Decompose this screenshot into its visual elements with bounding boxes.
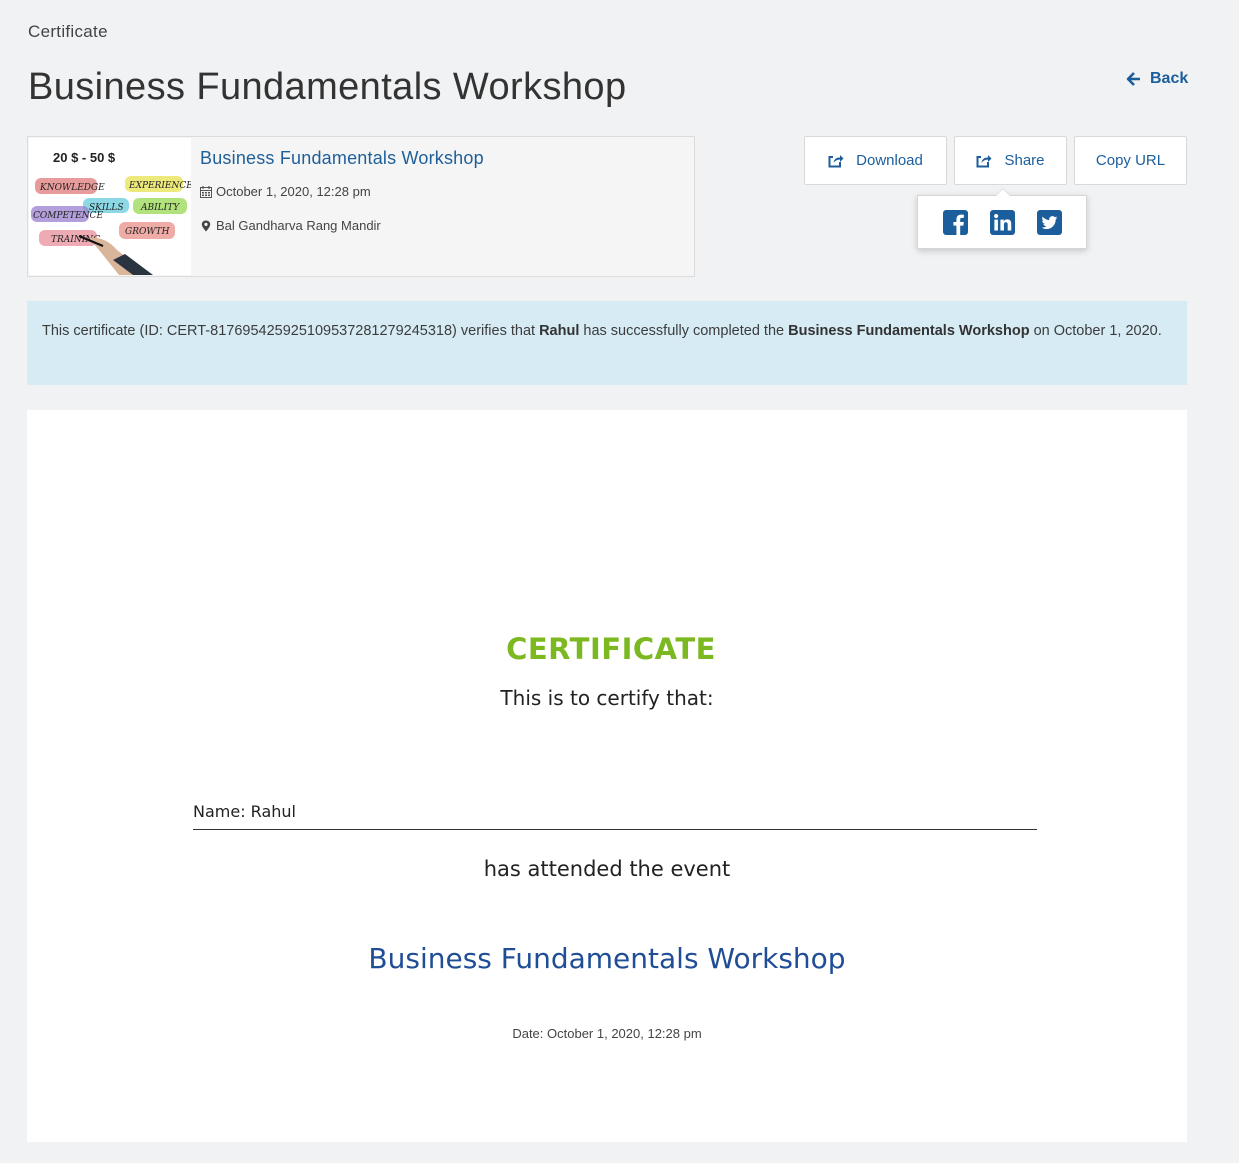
event-name-link[interactable]: Business Fundamentals Workshop: [200, 148, 484, 169]
certificate-date: Date: October 1, 2020, 12:28 pm: [512, 1026, 702, 1041]
verification-notice: This certificate (ID: CERT-8176954259251…: [27, 301, 1187, 385]
thumb-word: KNOWLEDGE: [39, 183, 105, 193]
share-button[interactable]: Share: [954, 136, 1067, 185]
verification-middle: has successfully completed the: [579, 323, 789, 339]
event-date-text: October 1, 2020, 12:28 pm: [216, 184, 371, 199]
event-venue-text: Bal Gandharva Rang Mandir: [216, 218, 381, 233]
linkedin-icon[interactable]: [989, 209, 1015, 235]
share-popover: [917, 188, 1087, 249]
calendar-icon: [200, 185, 212, 198]
verification-suffix: on October 1, 2020.: [1029, 323, 1162, 339]
copy-url-button[interactable]: Copy URL: [1074, 136, 1187, 185]
thumb-word: ABILITY: [140, 203, 180, 213]
verification-prefix: This certificate (ID: CERT-8176954259251…: [42, 323, 540, 339]
thumb-word: EXPERIENCE: [128, 181, 191, 191]
breadcrumb: Certificate: [28, 22, 108, 41]
download-button[interactable]: Download: [804, 136, 947, 185]
facebook-icon[interactable]: [942, 209, 968, 235]
certificate-preview: CERTIFICATE This is to certify that: Nam…: [27, 410, 1187, 1142]
event-card: KNOWLEDGE EXPERIENCE SKILLS ABILITY COMP…: [27, 136, 695, 277]
copy-url-label: Copy URL: [1095, 152, 1166, 169]
share-square-icon: [828, 154, 844, 167]
share-square-icon: [976, 154, 992, 167]
back-link[interactable]: Back: [1126, 70, 1188, 88]
certify-text: This is to certify that:: [500, 686, 714, 710]
thumb-word: COMPETENCE: [33, 211, 103, 221]
price-tag: 20 $ - 50 $: [43, 148, 126, 167]
event-date: October 1, 2020, 12:28 pm: [200, 184, 371, 199]
download-label: Download: [856, 152, 923, 169]
attended-text: has attended the event: [483, 857, 731, 881]
back-label: Back: [1150, 70, 1189, 87]
certificate-event-name: Business Fundamentals Workshop: [368, 942, 846, 975]
twitter-icon[interactable]: [1036, 209, 1062, 235]
page-title: Business Fundamentals Workshop: [28, 66, 627, 108]
event-venue: Bal Gandharva Rang Mandir: [200, 218, 381, 233]
recipient-name-line: Name: Rahul: [193, 802, 1037, 830]
certificate-heading: CERTIFICATE: [506, 632, 716, 666]
map-marker-icon: [201, 220, 211, 231]
event-thumbnail: KNOWLEDGE EXPERIENCE SKILLS ABILITY COMP…: [29, 138, 191, 275]
share-label: Share: [1004, 152, 1045, 169]
verification-event: Business Fundamentals Workshop: [788, 323, 1030, 339]
verification-recipient: Rahul: [539, 323, 580, 339]
thumb-word: GROWTH: [125, 227, 170, 237]
arrow-left-icon: [1126, 72, 1140, 86]
